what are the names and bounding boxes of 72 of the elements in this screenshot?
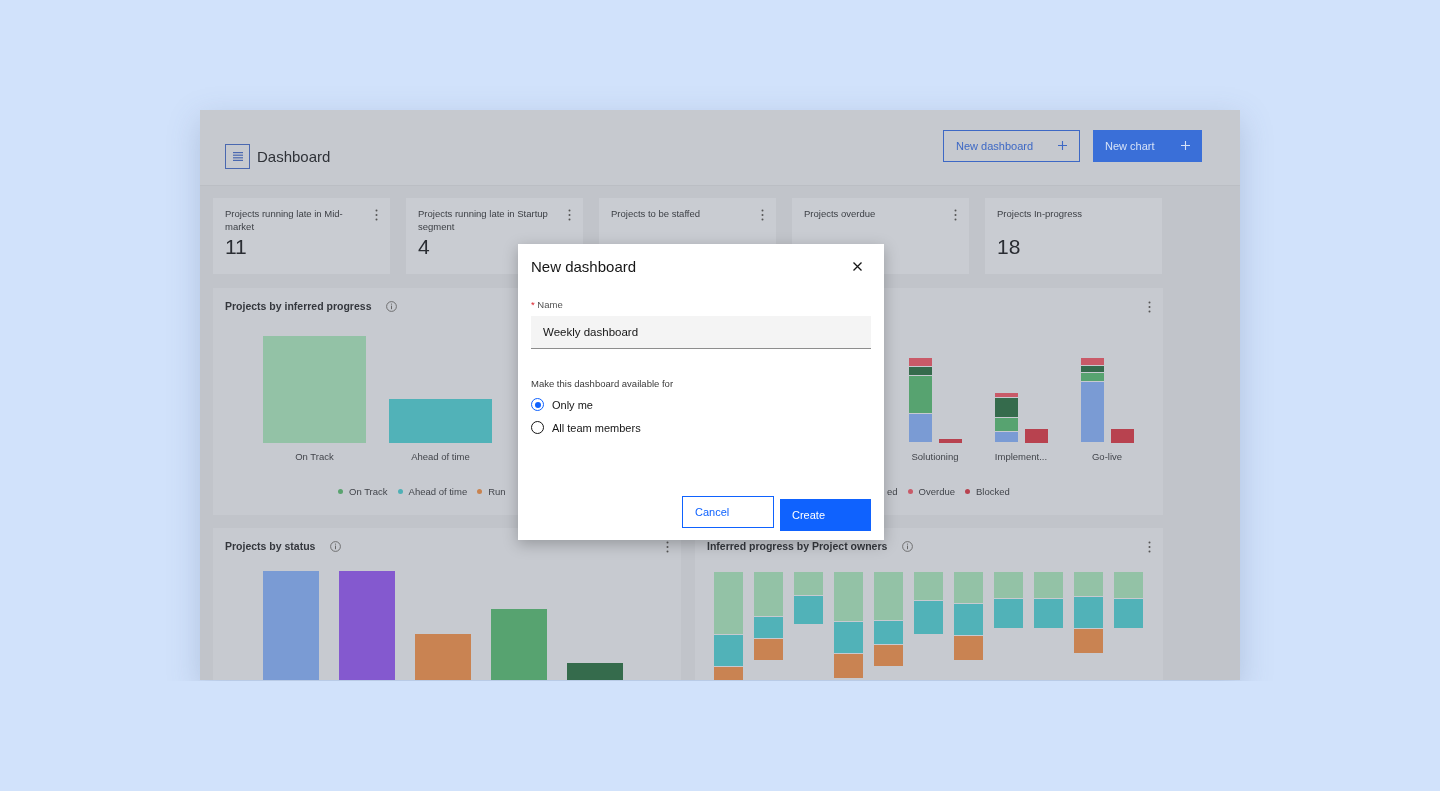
panel-title: Projects by inferred progress bbox=[225, 300, 372, 312]
bar-segment bbox=[1034, 599, 1063, 629]
name-field[interactable]: Weekly dashboard bbox=[531, 316, 871, 349]
chart-bar bbox=[1110, 429, 1134, 443]
card-title: Projects running late in Startup segment bbox=[418, 207, 549, 233]
legend-label: Ahead of time bbox=[408, 486, 468, 497]
overflow-menu-icon[interactable] bbox=[954, 209, 957, 221]
bar-segment bbox=[994, 599, 1023, 629]
bar-segment bbox=[794, 596, 823, 625]
bar-segment bbox=[1074, 597, 1103, 629]
bar-segment bbox=[794, 572, 823, 596]
category-label: Ahead of time bbox=[411, 451, 470, 462]
bar-segment bbox=[994, 572, 1023, 599]
group-label: Make this dashboard available for bbox=[531, 378, 675, 389]
overflow-menu-icon[interactable] bbox=[761, 209, 764, 221]
bar-segment bbox=[954, 572, 983, 604]
category-label: Implement... bbox=[994, 451, 1048, 462]
legend-label: Blocked bbox=[976, 486, 1010, 497]
plus-icon bbox=[1058, 141, 1067, 150]
overflow-menu-icon[interactable] bbox=[568, 209, 571, 221]
panel-title: Projects by status bbox=[225, 540, 316, 552]
bar-segment bbox=[994, 418, 1018, 432]
bar-segment bbox=[914, 601, 943, 635]
bar-segment bbox=[1074, 572, 1103, 597]
field-label: * Name bbox=[531, 299, 564, 310]
bar-segment bbox=[994, 432, 1018, 443]
bar-segment bbox=[1114, 599, 1143, 629]
radio-label: All team members bbox=[552, 421, 641, 434]
card-title: Projects overdue bbox=[804, 207, 876, 220]
page-title: Dashboard bbox=[257, 148, 331, 165]
bar-segment bbox=[1034, 572, 1063, 599]
chart-bar bbox=[938, 439, 962, 443]
card-value: 18 bbox=[997, 235, 1022, 259]
legend-label: Run bbox=[488, 486, 506, 497]
card-value: 4 bbox=[418, 235, 431, 259]
close-icon bbox=[853, 262, 862, 271]
category-label: Go-live bbox=[1091, 451, 1123, 462]
bar-segment bbox=[954, 604, 983, 636]
chart-bar bbox=[1024, 429, 1048, 443]
card-title: Projects running late in Mid-market bbox=[225, 207, 344, 233]
bar-segment bbox=[1114, 572, 1143, 599]
bar-segment bbox=[954, 636, 983, 661]
panel-title: Inferred progress by Project owners bbox=[707, 540, 888, 552]
menu-button[interactable] bbox=[225, 144, 250, 169]
card-title: Projects to be staffed bbox=[611, 207, 701, 220]
radio-label: Only me bbox=[552, 398, 593, 411]
overflow-menu-icon[interactable] bbox=[1148, 541, 1151, 553]
legend-label: On Track bbox=[349, 486, 388, 497]
overflow-menu-icon[interactable] bbox=[1148, 301, 1151, 313]
category-label: On Track bbox=[295, 451, 334, 462]
card-title: Projects In-progress bbox=[997, 207, 1082, 220]
bar-segment bbox=[908, 358, 932, 367]
create-button[interactable]: Create bbox=[780, 499, 871, 531]
plus-icon bbox=[1181, 141, 1190, 150]
bar-segment bbox=[908, 414, 932, 443]
bar-segment bbox=[874, 645, 903, 667]
overflow-menu-icon[interactable] bbox=[375, 209, 378, 221]
category-label: Solutioning bbox=[911, 451, 959, 462]
bar-segment bbox=[914, 572, 943, 601]
dialog-title: New dashboard bbox=[531, 258, 637, 275]
radio-option[interactable]: All team members bbox=[531, 421, 871, 434]
overflow-menu-icon[interactable] bbox=[666, 541, 669, 553]
bar-segment bbox=[754, 639, 783, 661]
radio-option[interactable]: Only me bbox=[531, 398, 871, 411]
menu-icon bbox=[232, 152, 243, 161]
cancel-button[interactable]: Cancel bbox=[682, 496, 774, 528]
bar-segment bbox=[1074, 629, 1103, 654]
legend-label: ed bbox=[887, 486, 898, 497]
new-button[interactable]: New dashboard bbox=[943, 129, 1080, 162]
new-button[interactable]: New chart bbox=[1093, 129, 1202, 162]
card-value: 11 bbox=[225, 235, 248, 259]
legend-label: Overdue bbox=[918, 486, 955, 497]
